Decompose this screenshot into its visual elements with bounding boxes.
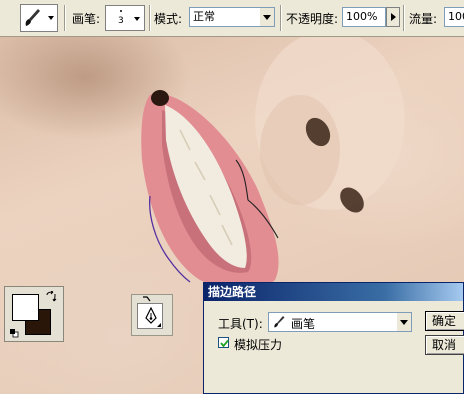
tool-select-value: 画笔 [291,317,316,331]
tool-select[interactable]: 画笔 [268,312,412,332]
simulate-pressure-label: 模拟压力 [234,338,283,352]
checkmark-icon [220,337,229,348]
opacity-input[interactable]: 100% [342,7,386,27]
dialog-title[interactable]: 描边路径 [204,283,463,301]
foreground-color-swatch[interactable] [12,294,39,321]
brush-tip-icon [120,10,122,12]
simulate-pressure-checkbox[interactable] [218,337,229,348]
opacity-slider-button[interactable] [386,7,400,27]
ok-button[interactable]: 确定 [425,311,464,331]
brush-tool-icon [23,7,43,29]
flow-label: 流量: [409,12,438,26]
options-toolbar: 画笔: 3 模式: 正常 不透明度: 100% 流量: 100 [0,0,464,37]
chevron-down-icon[interactable] [48,16,54,20]
flow-input[interactable]: 100 [444,7,464,27]
brush-label: 画笔: [72,12,101,26]
chevron-down-icon[interactable] [259,8,274,26]
chevron-down-icon[interactable] [134,17,140,21]
cancel-button[interactable]: 取消 [425,335,464,355]
pen-tool-panel [131,294,173,336]
brush-size-value: 3 [118,16,124,26]
color-swatches-panel [4,286,64,342]
pen-tool-button[interactable] [137,303,163,329]
brush-icon [272,315,286,329]
corner-arrow-icon [142,293,152,302]
chevron-right-icon [391,13,396,21]
mode-value: 正常 [193,10,215,23]
opacity-label: 不透明度: [286,12,339,26]
tool-submenu-indicator-icon [157,323,161,327]
toolbar-separator [280,5,282,31]
mode-select[interactable]: 正常 [189,7,275,27]
opacity-value: 100% [346,10,378,23]
chevron-down-icon[interactable] [396,313,411,331]
stroke-path-dialog: 描边路径 工具(T): 画笔 模拟压力 确定 取消 [203,282,464,394]
flow-value: 100 [448,10,464,23]
tool-preset-picker[interactable] [20,4,58,32]
toolbar-separator [64,5,66,31]
swap-colors-icon[interactable] [45,290,57,303]
default-colors-icon[interactable] [9,327,19,338]
tool-label: 工具(T): [218,317,263,331]
toolbar-separator [149,5,151,31]
mode-label: 模式: [154,12,183,26]
toolbar-separator [403,5,405,31]
brush-size-picker[interactable]: 3 [105,5,145,31]
